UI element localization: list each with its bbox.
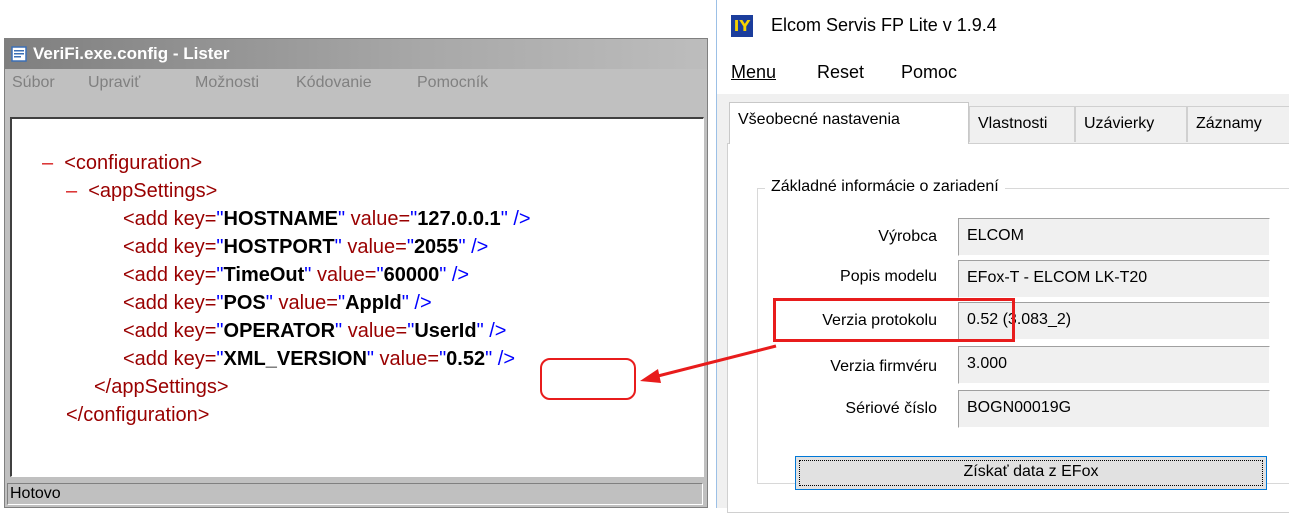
arrow-line [649, 344, 777, 380]
arrow-head-icon [640, 369, 661, 383]
annotation-arrow [640, 344, 777, 383]
tab-vseobecne-nastavenia[interactable]: Všeobecné nastavenia [729, 102, 969, 144]
